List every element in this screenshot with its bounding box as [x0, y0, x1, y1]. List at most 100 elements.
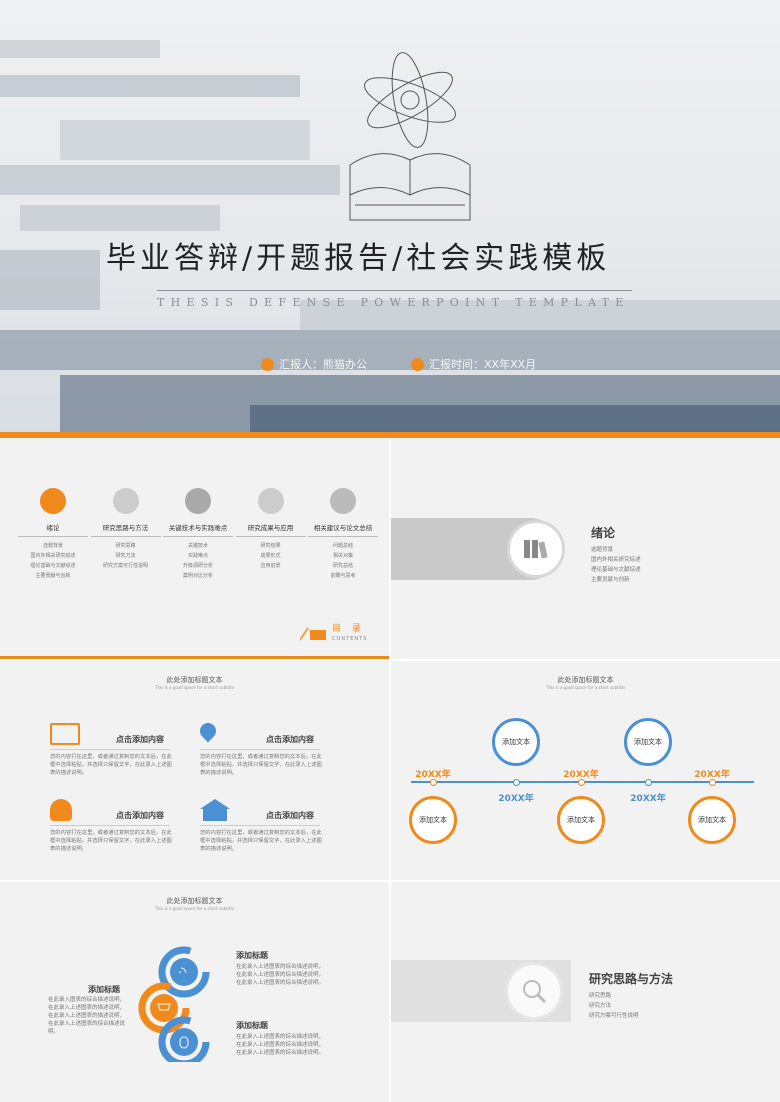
cycle-header: 此处添加标题文本 — [166, 897, 223, 905]
section-item: 主要贡献与创新 — [591, 577, 630, 583]
toc-section-item: 研究总结 — [332, 563, 353, 569]
toc-section-item: 研究思路 — [115, 543, 136, 549]
section-item: 研究方案可行性说明 — [589, 1013, 639, 1019]
feature-rule — [200, 825, 320, 826]
search-icon — [505, 962, 563, 1020]
contents-badge: 目 录 CONTENTS — [300, 624, 367, 644]
timeline-bubble[interactable]: 添加文本 — [409, 796, 457, 844]
features-header: 此处添加标题文本 — [166, 676, 223, 684]
toc-section-icon — [330, 488, 356, 514]
toc-section-icon — [112, 488, 139, 514]
timeline-dot — [645, 779, 652, 786]
toc-section-item: 成果形式 — [260, 553, 281, 559]
timeline-bubble-label: 添加文本 — [419, 816, 447, 824]
timeline-header-sub: This is a good space for a short subtitl… — [546, 685, 625, 690]
section2-title: 研究思路与方法 — [589, 972, 674, 986]
timeline-bubble-label: 添加文本 — [502, 738, 530, 746]
feature-text: 您的内容打在这里，或者通过复制您的文本后，在此框中选择粘贴，并选择只保留文字，在… — [200, 830, 322, 852]
timeline-year: 20XX年 — [630, 794, 666, 804]
timeline-bubble-label: 添加文本 — [634, 738, 662, 746]
timeline-header: 此处添加标题文本 — [557, 676, 614, 684]
cycle-right-title: 添加标题 — [236, 1021, 268, 1030]
person-icon — [50, 799, 72, 821]
toc-slide: 绪论 选题背景 国内外相关研究综述 理论基础与文献综述 主要贡献与创新 研究思路与方法 研究… — [0, 438, 389, 656]
feature-title: 点击添加内容 — [116, 811, 164, 820]
toc-section-title: 研究思路与方法 — [90, 522, 161, 537]
feature-title: 点击添加内容 — [266, 735, 314, 744]
feature-rule — [50, 825, 170, 826]
toc-section-item: 理论基础与文献综述 — [30, 563, 76, 569]
timeline-bubble[interactable]: 添加文本 — [557, 796, 605, 844]
toc-section-title: 研究成果与应用 — [235, 522, 306, 537]
toc-section[interactable]: 绪论选题背景国内外相关研究综述 理论基础与文献综述 主要贡献与创新 — [18, 488, 88, 581]
house-icon — [200, 799, 230, 821]
timeline-dot — [578, 779, 585, 786]
reporter-meta: 汇报人：熊猫办公 — [261, 356, 367, 372]
toc-section-item: 研究方案可行性说明 — [102, 563, 148, 569]
timeline-bubble[interactable]: 添加文本 — [624, 718, 672, 766]
toc-section-item: 国内外相关研究综述 — [30, 553, 76, 559]
cover-slide: 毕业答辩/开题报告/社会实践模板 THESIS DEFENSE POWERPOI… — [0, 0, 780, 432]
cycle-right-title: 添加标题 — [236, 951, 268, 960]
toc-section-item: 升级调研分析 — [182, 563, 213, 569]
cycle-right-text: 在此录入上述图表的综合描述说明，在此录入上述图表的综合描述说明，在此录入上述图表… — [236, 1034, 325, 1056]
location-pin-icon — [196, 719, 220, 743]
timeline-year: 20XX年 — [694, 770, 730, 780]
toc-section-title: 绪论 — [18, 522, 88, 537]
features-header-sub: This is a good space for a short subtitl… — [155, 685, 234, 690]
title-divider — [157, 290, 632, 291]
toc-section-item: 应用前景 — [260, 563, 281, 569]
date-text: 汇报时间：XX年XX月 — [429, 358, 537, 371]
toc-section-item: 主要贡献与创新 — [35, 573, 71, 579]
toc-section-item: 选题背景 — [42, 543, 63, 549]
timeline-bubble[interactable]: 添加文本 — [492, 718, 540, 766]
toc-section[interactable]: 关键技术与实践难点关键技术实践难点升级调研分析 案例对比分析 — [163, 488, 233, 581]
timeline-bubble-label: 添加文本 — [567, 816, 595, 824]
section2-slide: 研究思路与方法 研究思路 研究方法 研究方案可行性说明 — [391, 882, 780, 1102]
toc-section[interactable]: 研究成果与应用 研究结果 成果形式 应用前景 — [235, 488, 306, 581]
timeline-bubble[interactable]: 添加文本 — [688, 796, 736, 844]
feature-title: 点击添加内容 — [266, 811, 314, 820]
toc-section-title: 相关建议与论文总结 — [308, 522, 378, 537]
timeline-dot — [513, 779, 520, 786]
reporter-text: 汇报人：熊猫办公 — [279, 358, 367, 371]
person-icon — [261, 357, 274, 371]
feature-title: 点击添加内容 — [116, 735, 164, 744]
toc-section-item: 研究方法 — [115, 553, 136, 559]
pencil-cup-icon — [300, 627, 326, 641]
timeline-dot — [430, 779, 437, 786]
slide-collage: 毕业答辩/开题报告/社会实践模板 THESIS DEFENSE POWERPOI… — [0, 0, 780, 1102]
contents-sub: CONTENTS — [332, 636, 368, 642]
cover-title: 毕业答辩/开题报告/社会实践模板 — [106, 241, 611, 276]
cycle-slide: 此处添加标题文本 This is a good space for a shor… — [0, 882, 389, 1102]
cycle-right-text: 在此录入上述图表的综合描述说明，在此录入上述图表的综合描述说明，在此录入上述图表… — [236, 964, 325, 986]
toc-section-title: 关键技术与实践难点 — [163, 522, 233, 537]
cycle-diagram — [138, 946, 210, 1062]
cycle-left-title: 添加标题 — [88, 985, 120, 994]
cycle-header-sub: This is a good space for a short subtitl… — [155, 906, 234, 911]
cover-subtitle: THESIS DEFENSE POWERPOINT TEMPLATE — [157, 296, 630, 309]
toc-section-item: 相关对策 — [332, 553, 353, 559]
contents-title: 目 录 — [332, 624, 365, 634]
mic-icon — [411, 357, 424, 371]
binder-icon — [507, 520, 565, 578]
feature-rule — [50, 749, 170, 750]
toc-section-item: 关键技术 — [187, 543, 208, 549]
section-item: 国内外相关研究综述 — [591, 557, 641, 563]
toc-section-icon — [257, 488, 284, 514]
timeline-year: 20XX年 — [415, 770, 451, 780]
section1-slide: 绪论 选题背景 国内外相关研究综述 理论基础与文献综述 主要贡献与创新 — [391, 438, 780, 659]
toc-section-item: 前瞻与思考 — [330, 573, 356, 579]
features-slide: 此处添加标题文本 This is a good space for a shor… — [0, 661, 389, 880]
laptop-icon — [50, 723, 80, 745]
feature-text: 您的内容打在这里，或者通过复制您的文本后，在此框中选择粘贴，并选择只保留文字，在… — [50, 754, 172, 776]
toc-section[interactable]: 相关建议与论文总结 问题总结 相关对策 研究总结 前瞻与思考 — [308, 488, 378, 581]
toc-section-item: 实践难点 — [187, 553, 208, 559]
toc-section-item: 案例对比分析 — [182, 573, 213, 579]
section-item: 研究思路 — [589, 993, 612, 999]
timeline-dot — [709, 779, 716, 786]
timeline-year: 20XX年 — [498, 794, 534, 804]
date-meta: 汇报时间：XX年XX月 — [411, 356, 536, 372]
toc-section[interactable]: 研究思路与方法研究思路研究方法研究方案可行性说明 — [90, 488, 161, 581]
toc-section-icon — [185, 488, 211, 514]
